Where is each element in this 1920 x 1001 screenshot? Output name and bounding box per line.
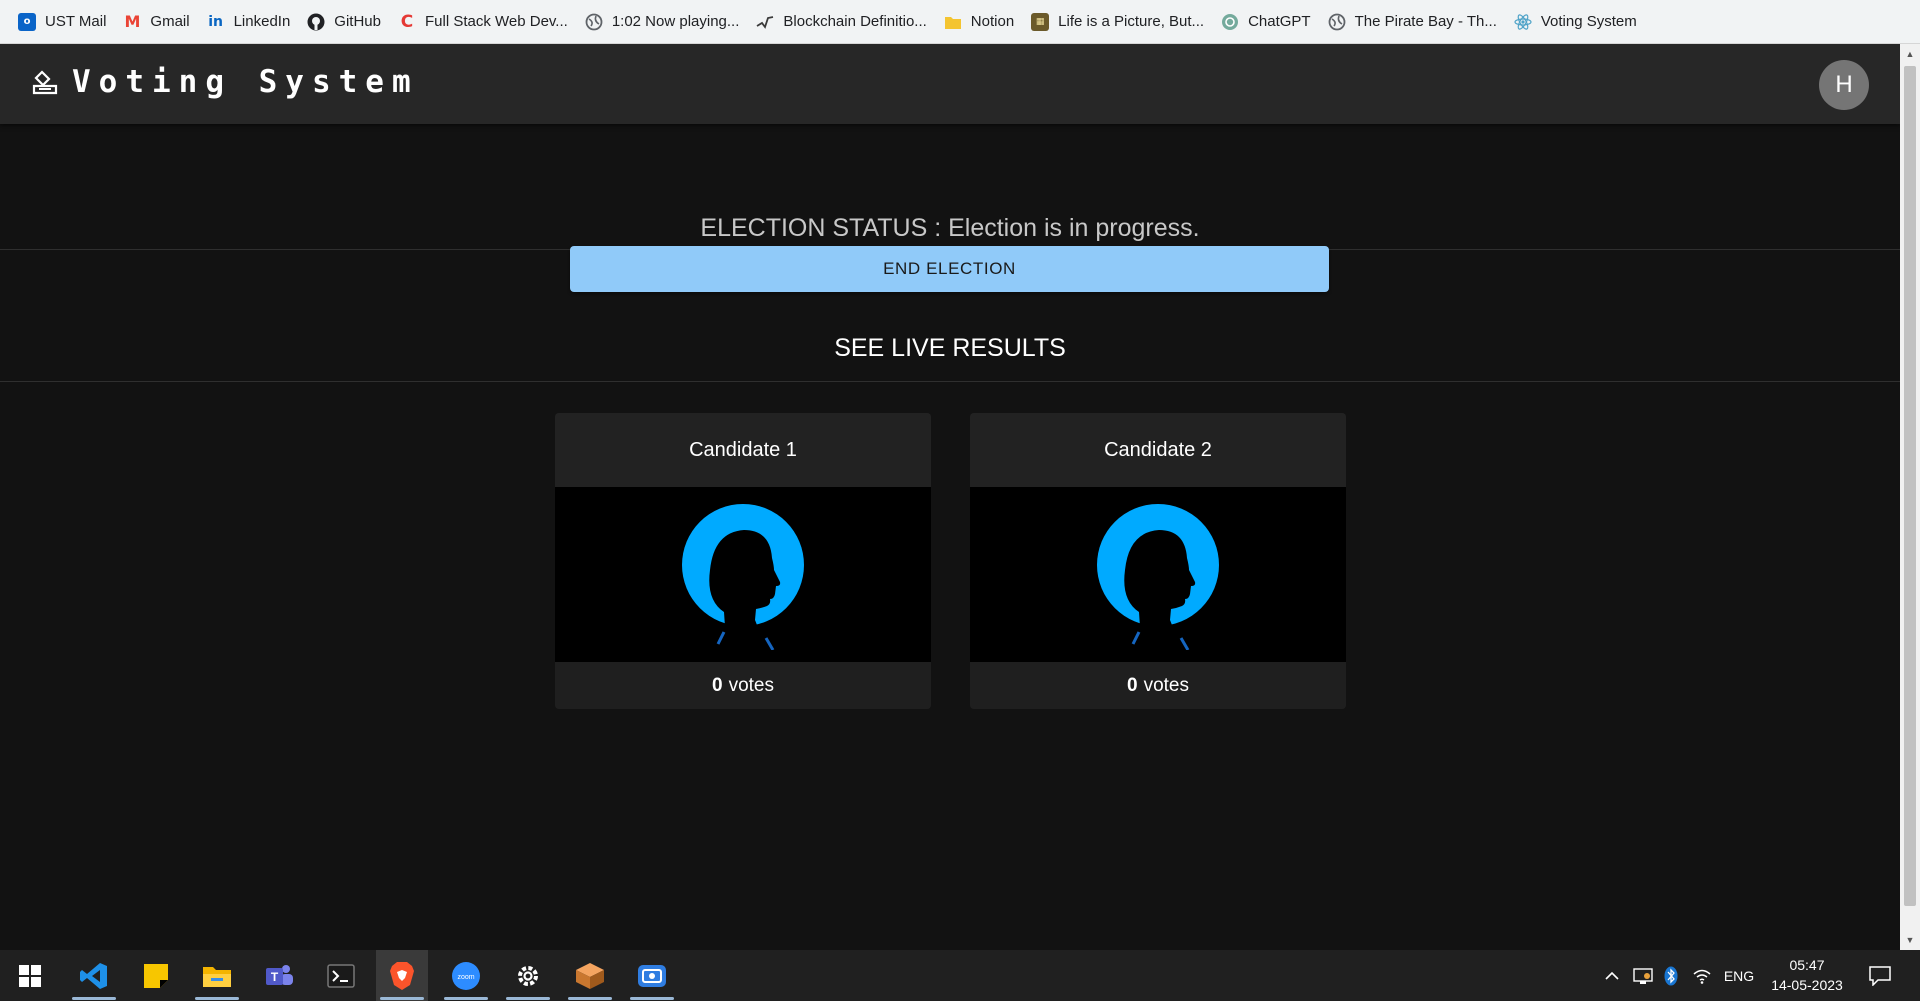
- vote-count-label: votes: [1143, 674, 1189, 696]
- vote-count-label: votes: [728, 674, 774, 696]
- bookmark-label: Gmail: [150, 13, 190, 30]
- pulse-icon: [756, 13, 774, 31]
- bookmark-label: Blockchain Definitio...: [783, 13, 927, 30]
- bookmark-life-is-a-picture[interactable]: ▦ Life is a Picture, But...: [1027, 7, 1213, 37]
- candidate-card: Candidate 2 0 votes: [970, 413, 1346, 709]
- running-indicator: [630, 997, 674, 1000]
- teams-icon[interactable]: T: [253, 950, 305, 1001]
- running-indicator: [195, 997, 239, 1000]
- candidate-card: Candidate 1 0 votes: [555, 413, 931, 709]
- candidate-name: Candidate 2: [970, 413, 1346, 487]
- screen-capture-icon[interactable]: [626, 950, 678, 1001]
- bookmark-label: UST Mail: [45, 13, 107, 30]
- react-icon: [1514, 13, 1532, 31]
- user-avatar[interactable]: H: [1819, 60, 1869, 110]
- chatgpt-icon: [1221, 13, 1239, 31]
- outlook-icon: o: [18, 12, 36, 31]
- scroll-down-arrow-icon[interactable]: ▼: [1900, 930, 1920, 950]
- bookmark-gmail[interactable]: M Gmail: [119, 7, 198, 37]
- vote-count: 0 votes: [970, 662, 1346, 709]
- folder-icon: [944, 13, 962, 31]
- bookmark-pirate-bay[interactable]: The Pirate Bay - Th...: [1324, 7, 1506, 37]
- file-explorer-icon[interactable]: [191, 950, 243, 1001]
- box-app-icon[interactable]: [564, 950, 616, 1001]
- person-silhouette-icon: [1097, 503, 1219, 650]
- brand-home-link[interactable]: Voting System: [32, 64, 419, 100]
- live-results-heading: SEE LIVE RESULTS: [0, 334, 1900, 382]
- bookmark-label: Full Stack Web Dev...: [424, 13, 568, 30]
- zoom-icon[interactable]: zoom: [440, 950, 492, 1001]
- bookmark-notion[interactable]: Notion: [940, 7, 1023, 37]
- globe-icon: [585, 13, 603, 31]
- bookmark-label: Voting System: [1540, 13, 1637, 30]
- vote-count: 0 votes: [555, 662, 931, 709]
- clock-date: 14-05-2023: [1771, 977, 1843, 993]
- running-indicator: [444, 997, 488, 1000]
- candidate-name: Candidate 1: [555, 413, 931, 487]
- bookmark-label: ChatGPT: [1248, 13, 1311, 30]
- bookmarks-bar: o UST Mail M Gmail in LinkedIn GitHub C …: [0, 0, 1920, 44]
- system-clock[interactable]: 05:47 14-05-2023: [1762, 955, 1852, 995]
- github-icon: [307, 13, 325, 31]
- ballot-icon: [32, 69, 58, 95]
- vote-count-number: 0: [1127, 674, 1138, 696]
- candidate-avatar: [970, 487, 1346, 662]
- windows-taskbar: T zoom ENG 05:47 14-05-2023: [0, 950, 1920, 1001]
- bookmark-label: Notion: [970, 13, 1015, 30]
- linkedin-icon: in: [208, 13, 223, 30]
- bookmark-label: 1:02 Now playing...: [611, 13, 740, 30]
- bookmark-now-playing[interactable]: 1:02 Now playing...: [581, 7, 749, 37]
- bookmark-full-stack[interactable]: C Full Stack Web Dev...: [394, 7, 577, 37]
- brave-icon[interactable]: [376, 950, 428, 1001]
- bookmark-label: Life is a Picture, But...: [1058, 13, 1205, 30]
- windows-start-icon[interactable]: [4, 950, 56, 1001]
- bookmark-chatgpt[interactable]: ChatGPT: [1217, 7, 1320, 37]
- end-election-button[interactable]: END ELECTION: [570, 246, 1329, 292]
- running-indicator: [380, 997, 424, 1000]
- bookmark-blockchain[interactable]: Blockchain Definitio...: [752, 7, 935, 37]
- page-content: Voting System H ELECTION STATUS : Electi…: [0, 44, 1900, 950]
- gmail-icon: M: [124, 12, 141, 31]
- terminal-icon[interactable]: [315, 950, 367, 1001]
- person-silhouette-icon: [682, 503, 804, 650]
- bookmark-label: GitHub: [334, 13, 381, 30]
- bookmark-linkedin[interactable]: in LinkedIn: [203, 7, 300, 37]
- svg-text:T: T: [271, 970, 279, 984]
- bookmark-label: LinkedIn: [233, 13, 291, 30]
- page-scrollbar[interactable]: ▲ ▼: [1900, 44, 1920, 950]
- language-indicator[interactable]: ENG: [1720, 950, 1758, 1001]
- running-indicator: [506, 997, 550, 1000]
- app-title: Voting System: [72, 64, 419, 100]
- bookmark-label: The Pirate Bay - Th...: [1354, 13, 1497, 30]
- settings-icon[interactable]: [502, 950, 554, 1001]
- bluetooth-icon[interactable]: [1660, 950, 1682, 1001]
- bookmark-ust-mail[interactable]: o UST Mail: [14, 7, 115, 37]
- running-indicator: [72, 997, 116, 1000]
- show-hidden-icons-chevron-icon[interactable]: [1600, 950, 1624, 1001]
- app-bar: Voting System H: [0, 44, 1900, 124]
- bookmark-github[interactable]: GitHub: [303, 7, 390, 37]
- globe-icon: [1328, 13, 1346, 31]
- vote-count-number: 0: [712, 674, 723, 696]
- c-logo-icon: C: [400, 11, 414, 32]
- sticky-notes-icon[interactable]: [130, 950, 182, 1001]
- zoom-label: zoom: [457, 974, 474, 981]
- network-monitor-icon[interactable]: [1630, 950, 1656, 1001]
- wifi-icon[interactable]: [1690, 950, 1714, 1001]
- scrollbar-thumb[interactable]: [1904, 66, 1916, 906]
- notifications-icon[interactable]: [1862, 950, 1898, 1001]
- film-icon: ▦: [1031, 12, 1050, 31]
- vscode-icon[interactable]: [68, 950, 120, 1001]
- clock-time: 05:47: [1789, 957, 1825, 973]
- scroll-up-arrow-icon[interactable]: ▲: [1900, 44, 1920, 64]
- election-status: ELECTION STATUS : Election is in progres…: [0, 168, 1900, 250]
- bookmark-voting-system[interactable]: Voting System: [1510, 7, 1646, 37]
- candidate-avatar: [555, 487, 931, 662]
- running-indicator: [568, 997, 612, 1000]
